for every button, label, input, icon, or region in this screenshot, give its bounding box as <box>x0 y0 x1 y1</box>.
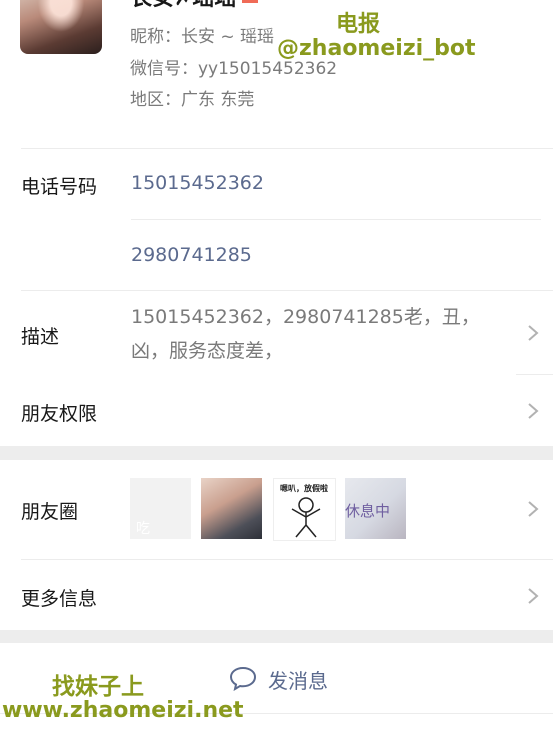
section-gap <box>0 446 553 460</box>
send-message-label: 发消息 <box>268 669 328 693</box>
chevron-right-icon <box>528 588 539 604</box>
moment-thumbnail[interactable]: 休息中 <box>345 478 406 539</box>
meme-figure-icon <box>291 497 321 538</box>
section-gap <box>0 630 553 643</box>
description-text: 15015452362，2980741285老，丑，凶，服务态度差， <box>131 306 480 362</box>
chevron-right-icon <box>528 403 539 419</box>
divider <box>131 219 541 220</box>
watermark-bot-handle: @zhaomeizi_bot <box>277 36 476 61</box>
phone-label: 电话号码 <box>21 176 98 198</box>
more-info-label: 更多信息 <box>21 588 98 610</box>
divider <box>21 148 553 149</box>
moments-label: 朋友圈 <box>21 501 79 523</box>
chat-bubble-icon <box>229 666 257 691</box>
description-label: 描述 <box>21 326 60 348</box>
nickname: 昵称：长安 ~ 瑶瑶 <box>130 27 275 47</box>
watermark-url: www.zhaomeizi.net <box>2 698 244 723</box>
chevron-right-icon <box>528 501 539 517</box>
phone-number-2[interactable]: 2980741285 <box>131 244 252 266</box>
flag-icon <box>242 0 259 3</box>
watermark-telegram: 电报 <box>336 12 381 37</box>
avatar[interactable] <box>20 0 102 54</box>
phone-number-1[interactable]: 15015452362 <box>131 172 264 194</box>
chevron-right-icon <box>528 325 539 341</box>
moment-thumbnail[interactable]: 嗯叭，放假啦 <box>273 478 336 541</box>
moment-thumbnail[interactable] <box>201 478 262 539</box>
moment-thumbnail[interactable]: 吃 <box>130 478 191 539</box>
contact-name: 长安✗瑶瑶 <box>130 0 259 12</box>
region: 地区：广东 东莞 <box>130 90 255 110</box>
watermark-promo: 找妹子上 <box>52 674 144 700</box>
friend-permissions-label: 朋友权限 <box>21 403 98 425</box>
